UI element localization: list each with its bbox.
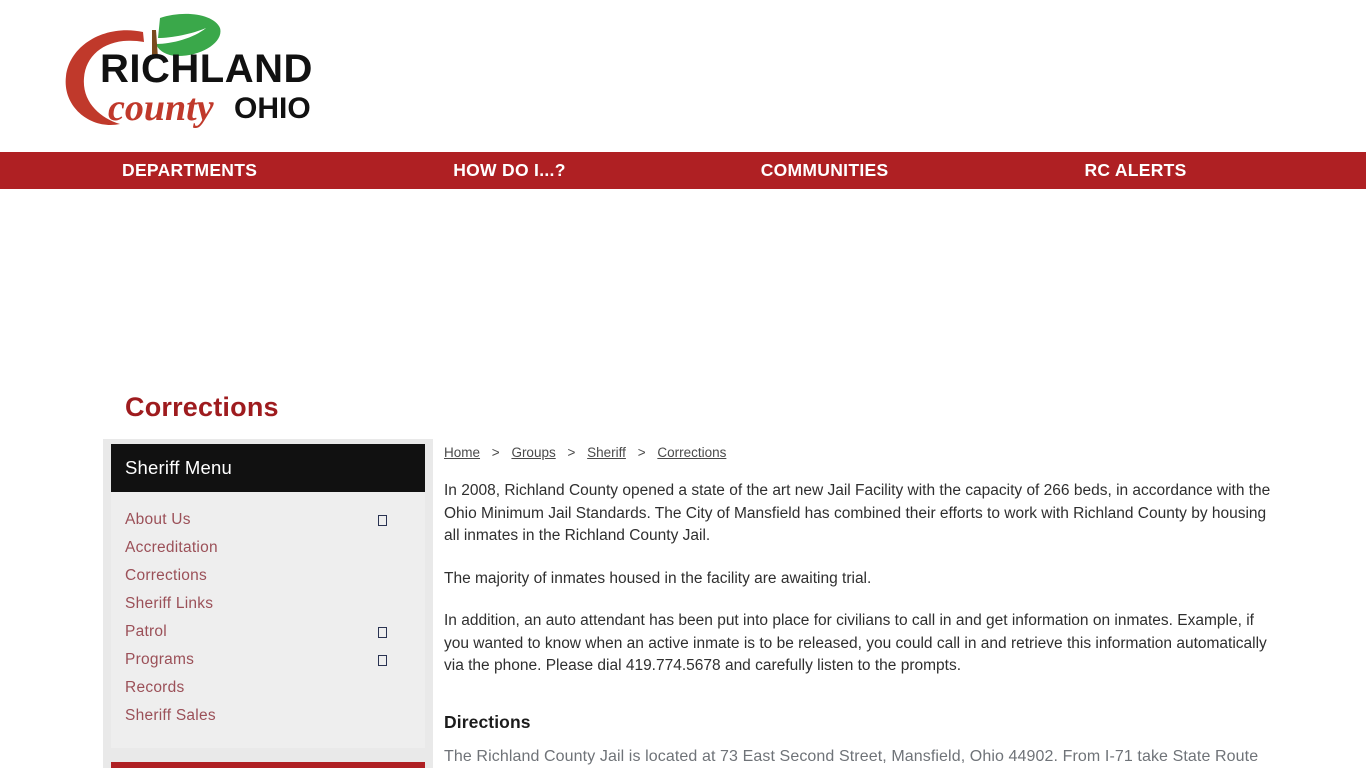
breadcrumb-separator: > xyxy=(637,445,646,460)
directions-body: The Richland County Jail is located at 7… xyxy=(444,747,1259,768)
nav-item-rc-alerts[interactable]: RC ALERTS xyxy=(1084,160,1186,181)
sidebar-item-label[interactable]: Sheriff Sales xyxy=(125,704,216,728)
sidebar-item-sheriff-links[interactable]: Sheriff Links xyxy=(125,590,411,618)
sidebar-item-patrol[interactable]: Patrol xyxy=(125,618,411,646)
sidebar-item-accreditation[interactable]: Accreditation xyxy=(125,534,411,562)
sidebar-item-label[interactable]: Accreditation xyxy=(125,536,218,560)
intro-paragraph-1: In 2008, Richland County opened a state … xyxy=(444,482,1271,544)
main-navigation-list: DEPARTMENTS HOW DO I...? COMMUNITIES RC … xyxy=(0,152,1366,189)
expand-icon[interactable] xyxy=(378,654,387,666)
directions-heading: Directions xyxy=(444,711,531,732)
page-title: Corrections xyxy=(125,392,279,422)
breadcrumb-item-corrections[interactable]: Corrections xyxy=(657,445,726,460)
sidebar-item-label[interactable]: Records xyxy=(125,676,184,700)
sidebar-item-label[interactable]: Sheriff Links xyxy=(125,592,213,616)
sheriff-menu-heading: Sheriff Menu xyxy=(111,444,425,492)
breadcrumb-separator: > xyxy=(491,445,500,460)
sidebar-item-label[interactable]: About Us xyxy=(125,508,191,532)
nav-item-how-do-i[interactable]: HOW DO I...? xyxy=(453,160,565,181)
sidebar-item-about-us[interactable]: About Us xyxy=(125,506,411,534)
breadcrumb-item-groups[interactable]: Groups xyxy=(511,445,555,460)
main-content: Home > Groups > Sheriff > Corrections In… xyxy=(444,445,1279,768)
masthead: RICHLAND county OHIO xyxy=(0,0,1366,152)
breadcrumb-item-home[interactable]: Home xyxy=(444,445,480,460)
sidebar-item-label[interactable]: Corrections xyxy=(125,564,207,588)
sidebar-item-corrections[interactable]: Corrections xyxy=(125,562,411,590)
expand-icon[interactable] xyxy=(378,514,387,526)
intro-paragraph-3: In addition, an auto attendant has been … xyxy=(444,612,1267,674)
expand-icon[interactable] xyxy=(378,626,387,638)
nav-item-communities[interactable]: COMMUNITIES xyxy=(761,160,889,181)
breadcrumb-item-sheriff[interactable]: Sheriff xyxy=(587,445,626,460)
logo-richland-text: RICHLAND xyxy=(100,47,313,91)
sidebar: Sheriff Menu About Us Accreditation Corr… xyxy=(103,439,433,768)
sidebar-item-label[interactable]: Programs xyxy=(125,648,194,672)
sidebar-item-label[interactable]: Patrol xyxy=(125,620,167,644)
breadcrumb-separator: > xyxy=(567,445,576,460)
main-navigation: DEPARTMENTS HOW DO I...? COMMUNITIES RC … xyxy=(0,152,1366,189)
sidebar-item-records[interactable]: Records xyxy=(125,674,411,702)
breadcrumb: Home > Groups > Sheriff > Corrections xyxy=(444,445,1279,460)
justice-and-law-enforcement-bar[interactable]: Justice and Law Enforcement xyxy=(111,762,425,768)
sidebar-item-programs[interactable]: Programs xyxy=(125,646,411,674)
site-logo[interactable]: RICHLAND county OHIO xyxy=(48,12,348,134)
nav-item-departments[interactable]: DEPARTMENTS xyxy=(122,160,257,181)
sheriff-menu-list: About Us Accreditation Corrections Sheri… xyxy=(111,492,425,748)
intro-paragraph-2: The majority of inmates housed in the fa… xyxy=(444,569,872,587)
logo-county-text: county xyxy=(108,87,214,129)
sidebar-item-sheriff-sales[interactable]: Sheriff Sales xyxy=(125,702,411,730)
logo-ohio-text: OHIO xyxy=(234,92,311,125)
